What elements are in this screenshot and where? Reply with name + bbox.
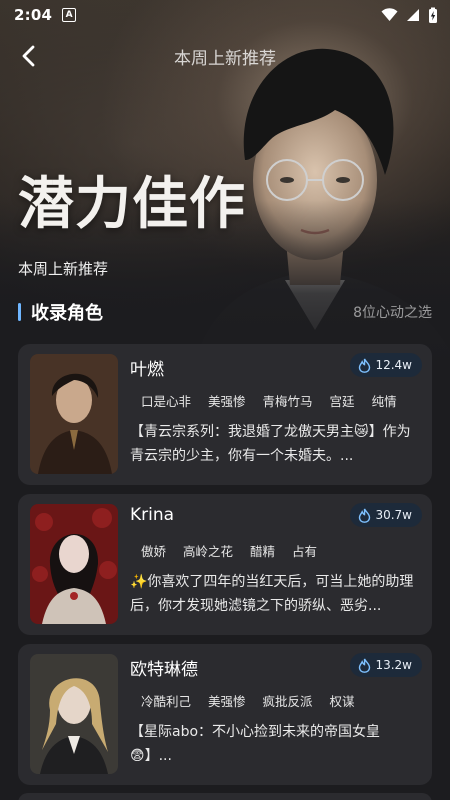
character-list: 叶燃 12.4w 口是心非 美强惨 青梅竹马 宫廷 纯情 【青云宗系列：我退婚了… (18, 344, 432, 794)
status-icons (381, 7, 438, 24)
section-header: 收录角色 8位心动之选 (18, 298, 432, 326)
status-bar: 2:04 A (0, 0, 450, 30)
tag: 宫廷 (329, 394, 355, 409)
character-description: ✨你喜欢了四年的当红天后，可当上她的助理后，你才发现她滤镜之下的骄纵、恶劣... (130, 574, 414, 614)
heat-badge: 30.7w (350, 503, 422, 527)
tag: 青梅竹马 (262, 394, 313, 409)
flame-icon (359, 508, 371, 523)
character-name: 欧特琳德 (130, 660, 198, 680)
tag: 美强惨 (208, 694, 246, 709)
character-card[interactable]: 叶燃 12.4w 口是心非 美强惨 青梅竹马 宫廷 纯情 【青云宗系列：我退婚了… (18, 344, 432, 485)
tag-list: 冷酷利己 美强惨 疯批反派 权谋 (136, 689, 360, 712)
status-time: 2:04 (14, 6, 53, 24)
next-card-peek (18, 793, 432, 800)
heat-value: 30.7w (375, 508, 412, 522)
tag: 纯情 (371, 394, 397, 409)
character-name: Krina (130, 505, 175, 525)
signal-icon (407, 9, 419, 21)
flame-icon (359, 358, 371, 373)
accessibility-a-icon: A (62, 8, 77, 22)
tag: 冷酷利己 (141, 694, 192, 709)
character-avatar (30, 654, 118, 774)
back-button[interactable] (12, 40, 44, 72)
heat-value: 12.4w (375, 358, 412, 372)
section-count: 8位心动之选 (353, 305, 432, 321)
character-description: 【星际abo：不小心捡到未来的帝国女皇😨】... (130, 724, 381, 764)
battery-charging-icon (429, 7, 437, 23)
heat-value: 13.2w (375, 658, 412, 672)
nav-bar: 本周上新推荐 (0, 36, 450, 76)
tag: 口是心非 (141, 394, 192, 409)
tag: 醋精 (250, 544, 276, 559)
tag: 美强惨 (208, 394, 246, 409)
chevron-left-icon (22, 45, 35, 67)
character-card[interactable]: Krina 30.7w 傲娇 高岭之花 醋精 占有 ✨你喜欢了四年的当红天后，可… (18, 494, 432, 635)
heat-badge: 12.4w (350, 353, 422, 377)
tag: 疯批反派 (262, 694, 313, 709)
wifi-icon (381, 8, 398, 21)
character-avatar (30, 504, 118, 624)
tag: 高岭之花 (183, 544, 234, 559)
tag: 占有 (292, 544, 318, 559)
character-card[interactable]: 欧特琳德 13.2w 冷酷利己 美强惨 疯批反派 权谋 【星际abo：不小心捡到… (18, 644, 432, 785)
tag: 傲娇 (141, 544, 167, 559)
hero-title: 潜力佳作 (18, 171, 246, 237)
tag-list: 傲娇 高岭之花 醋精 占有 (136, 539, 322, 562)
flame-icon (359, 658, 371, 673)
character-avatar (30, 354, 118, 474)
section-title: 收录角色 (31, 303, 103, 324)
character-name: 叶燃 (130, 360, 164, 380)
heat-badge: 13.2w (350, 653, 422, 677)
page-title: 本周上新推荐 (174, 48, 276, 69)
hero-subtitle: 本周上新推荐 (18, 260, 109, 278)
character-description: 【青云宗系列：我退婚了龙傲天男主😿】作为青云宗的少主，你有一个未婚夫。... (130, 424, 411, 464)
tag-list: 口是心非 美强惨 青梅竹马 宫廷 纯情 (136, 389, 402, 412)
section-accent-bar (18, 303, 21, 321)
tag: 权谋 (329, 694, 355, 709)
